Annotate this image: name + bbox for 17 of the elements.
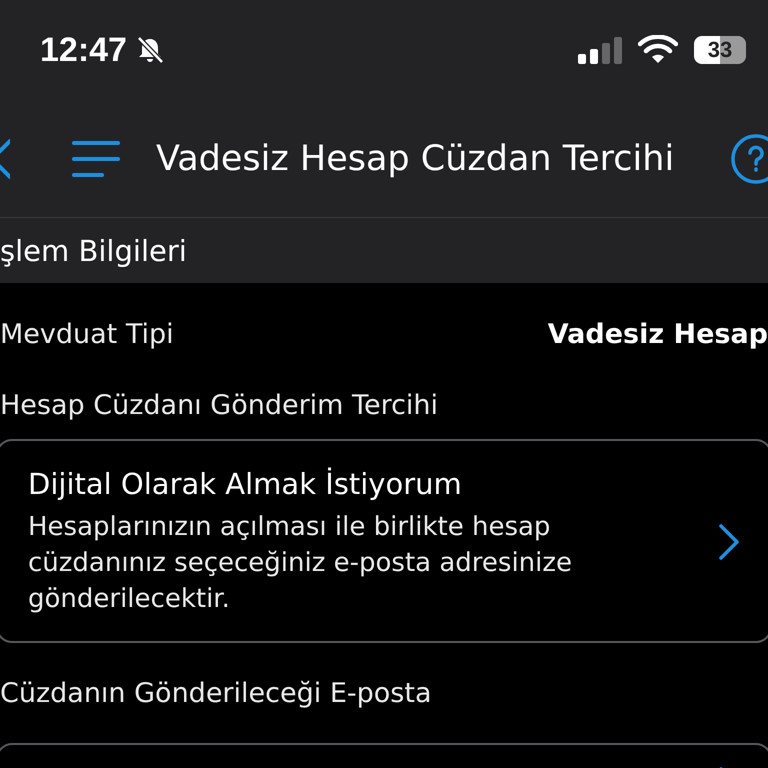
option-description: Hesaplarınızın açılması ile birlikte hesap cüzdanınız seçeceğiniz e-posta adresinize gönderilecektir. <box>28 511 574 616</box>
field-value: Vadesiz Hesap <box>548 318 768 350</box>
battery-indicator: 33 <box>694 36 746 64</box>
chevron-right-icon <box>718 524 740 560</box>
field-label: Mevduat Tipi <box>0 318 174 350</box>
signal-icon <box>578 36 622 64</box>
option-title: Dijital Olarak Almak İstiyorum <box>28 467 463 501</box>
menu-icon[interactable] <box>72 138 120 178</box>
option-card[interactable]: Dijital Olarak Almak İstiyorum Hesaplarınızın açılması ile birlikte hesap cüzdanınız seçeceğiniz e-posta adresinize gönderilecektir. <box>0 439 768 643</box>
screen-title: Vadesiz Hesap Cüzdan Tercihi <box>156 138 676 178</box>
field-label: Hesap Cüzdanı Gönderim Tercihi <box>0 390 438 420</box>
wifi-icon <box>638 35 678 65</box>
help-icon[interactable] <box>730 132 768 184</box>
back-icon[interactable] <box>0 138 10 178</box>
field-label: Cüzdanın Gönderileceği E-posta <box>0 678 432 708</box>
status-time: 12:47 <box>40 30 127 70</box>
section-title: şlem Bilgileri <box>0 234 187 268</box>
